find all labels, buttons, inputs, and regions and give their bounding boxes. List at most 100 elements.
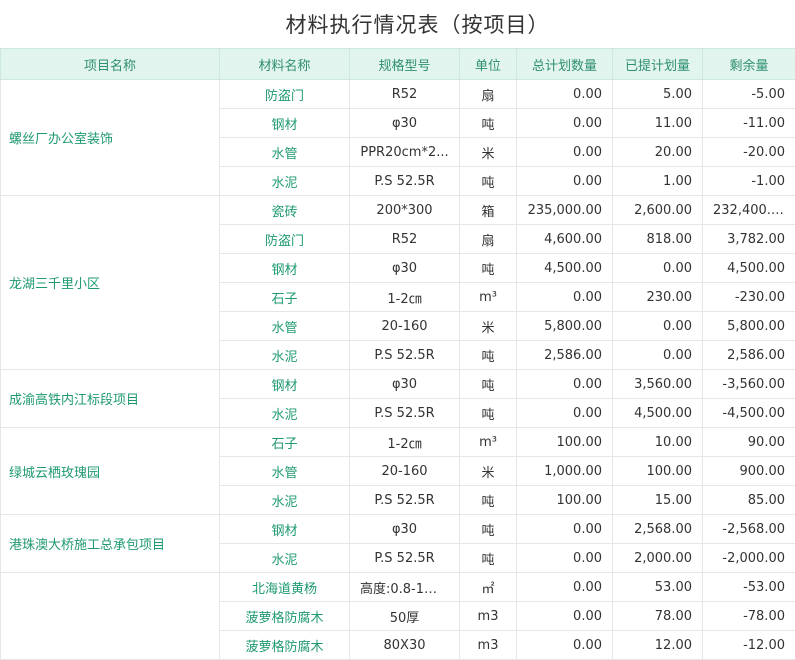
table-row[interactable]: 绿城云栖玫瑰园石子1-2㎝m³100.0010.0090.00 (1, 428, 795, 457)
cell-requested: 0.00 (613, 341, 703, 370)
cell-planned: 100.00 (517, 428, 613, 457)
header-planned[interactable]: 总计划数量 (517, 49, 613, 80)
material-execution-table: 项目名称 材料名称 规格型号 单位 总计划数量 已提计划量 剩余量 螺丝厂办公室… (0, 48, 795, 660)
cell-unit: 米 (460, 457, 517, 486)
cell-unit: ㎡ (460, 573, 517, 602)
cell-spec: 80X30 (350, 631, 460, 660)
table-row[interactable]: 螺丝厂办公室装饰防盗门R52扇0.005.00-5.00 (1, 80, 795, 109)
cell-remaining: -1.00 (703, 167, 795, 196)
cell-requested: 230.00 (613, 283, 703, 312)
cell-material: 防盗门 (220, 225, 350, 254)
cell-unit: m3 (460, 602, 517, 631)
cell-remaining: -20.00 (703, 138, 795, 167)
cell-spec: φ30 (350, 515, 460, 544)
cell-unit: 箱 (460, 196, 517, 225)
cell-requested: 11.00 (613, 109, 703, 138)
cell-unit: 米 (460, 138, 517, 167)
cell-requested: 818.00 (613, 225, 703, 254)
cell-requested: 2,568.00 (613, 515, 703, 544)
cell-planned: 0.00 (517, 399, 613, 428)
cell-spec: 20-160 (350, 457, 460, 486)
cell-material: 菠萝格防腐木 (220, 631, 350, 660)
cell-unit: m³ (460, 283, 517, 312)
cell-unit: 扇 (460, 225, 517, 254)
cell-spec: 高度:0.8-1m;... (350, 573, 460, 602)
cell-project: 成渝高铁内江标段项目 (1, 370, 220, 428)
cell-spec: 20-160 (350, 312, 460, 341)
cell-material: 水泥 (220, 486, 350, 515)
header-unit[interactable]: 单位 (460, 49, 517, 80)
cell-material: 石子 (220, 428, 350, 457)
table-row[interactable]: 港珠澳大桥施工总承包项目钢材φ30吨0.002,568.00-2,568.00 (1, 515, 795, 544)
cell-material: 水泥 (220, 399, 350, 428)
header-remaining[interactable]: 剩余量 (703, 49, 795, 80)
cell-planned: 0.00 (517, 138, 613, 167)
cell-unit: 吨 (460, 486, 517, 515)
table-header: 项目名称 材料名称 规格型号 单位 总计划数量 已提计划量 剩余量 (1, 49, 795, 80)
cell-planned: 0.00 (517, 602, 613, 631)
cell-planned: 4,600.00 (517, 225, 613, 254)
cell-spec: φ30 (350, 370, 460, 399)
cell-spec: P.S 52.5R (350, 399, 460, 428)
table-row[interactable]: 北海道黄杨高度:0.8-1m;...㎡0.0053.00-53.00 (1, 573, 795, 602)
table-row[interactable]: 龙湖三千里小区瓷砖200*300箱235,000.002,600.00232,4… (1, 196, 795, 225)
page-title: 材料执行情况表（按项目） (246, 9, 550, 39)
cell-unit: 吨 (460, 254, 517, 283)
cell-planned: 0.00 (517, 80, 613, 109)
cell-material: 防盗门 (220, 80, 350, 109)
header-project[interactable]: 项目名称 (1, 49, 220, 80)
cell-project: 港珠澳大桥施工总承包项目 (1, 515, 220, 573)
cell-remaining: -11.00 (703, 109, 795, 138)
cell-remaining: -78.00 (703, 602, 795, 631)
cell-unit: 吨 (460, 515, 517, 544)
cell-material: 水泥 (220, 167, 350, 196)
cell-unit: m3 (460, 631, 517, 660)
header-spec[interactable]: 规格型号 (350, 49, 460, 80)
cell-material: 水泥 (220, 341, 350, 370)
cell-unit: 吨 (460, 109, 517, 138)
cell-planned: 0.00 (517, 370, 613, 399)
cell-material: 钢材 (220, 370, 350, 399)
cell-requested: 2,600.00 (613, 196, 703, 225)
cell-material: 菠萝格防腐木 (220, 602, 350, 631)
cell-spec: φ30 (350, 109, 460, 138)
cell-planned: 100.00 (517, 486, 613, 515)
cell-spec: φ30 (350, 254, 460, 283)
cell-material: 钢材 (220, 109, 350, 138)
cell-requested: 15.00 (613, 486, 703, 515)
cell-remaining: -2,568.00 (703, 515, 795, 544)
header-material[interactable]: 材料名称 (220, 49, 350, 80)
cell-remaining: -3,560.00 (703, 370, 795, 399)
cell-spec: 1-2㎝ (350, 283, 460, 312)
cell-requested: 100.00 (613, 457, 703, 486)
cell-planned: 0.00 (517, 109, 613, 138)
cell-spec: P.S 52.5R (350, 341, 460, 370)
table-row[interactable]: 成渝高铁内江标段项目钢材φ30吨0.003,560.00-3,560.00 (1, 370, 795, 399)
cell-unit: 吨 (460, 370, 517, 399)
cell-requested: 0.00 (613, 254, 703, 283)
cell-spec: P.S 52.5R (350, 486, 460, 515)
cell-spec: P.S 52.5R (350, 167, 460, 196)
cell-planned: 0.00 (517, 544, 613, 573)
cell-material: 水管 (220, 138, 350, 167)
cell-material: 钢材 (220, 515, 350, 544)
cell-material: 钢材 (220, 254, 350, 283)
cell-material: 水管 (220, 312, 350, 341)
cell-project: 龙湖三千里小区 (1, 196, 220, 370)
cell-material: 水管 (220, 457, 350, 486)
cell-planned: 0.00 (517, 631, 613, 660)
cell-unit: 吨 (460, 544, 517, 573)
cell-unit: 吨 (460, 341, 517, 370)
header-requested[interactable]: 已提计划量 (613, 49, 703, 80)
cell-remaining: 900.00 (703, 457, 795, 486)
cell-spec: R52 (350, 80, 460, 109)
cell-unit: m³ (460, 428, 517, 457)
cell-planned: 2,586.00 (517, 341, 613, 370)
cell-material: 北海道黄杨 (220, 573, 350, 602)
cell-planned: 1,000.00 (517, 457, 613, 486)
cell-remaining: 5,800.00 (703, 312, 795, 341)
title-bar: 材料执行情况表（按项目） (0, 0, 795, 48)
cell-planned: 235,000.00 (517, 196, 613, 225)
cell-requested: 0.00 (613, 312, 703, 341)
table-body: 螺丝厂办公室装饰防盗门R52扇0.005.00-5.00钢材φ30吨0.0011… (1, 80, 795, 660)
